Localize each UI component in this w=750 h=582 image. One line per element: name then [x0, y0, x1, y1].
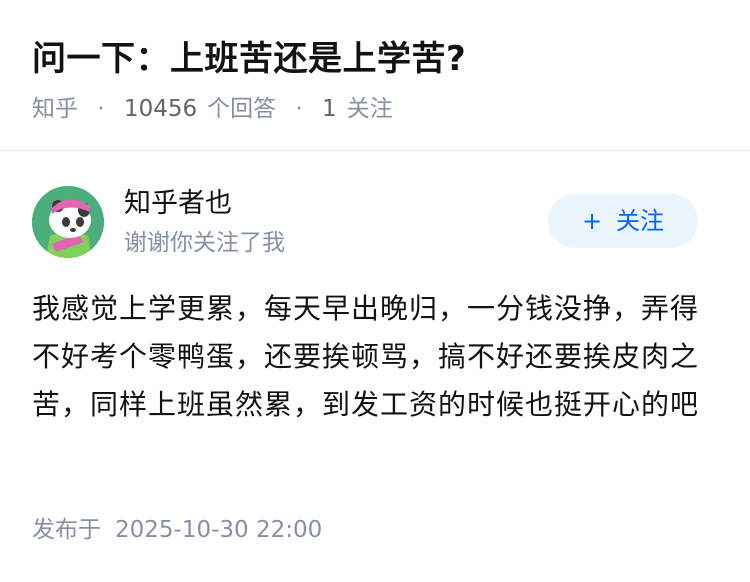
follow-button-label: 关注	[616, 207, 665, 235]
question-header: 问一下：上班苦还是上学苦? 知乎 · 10456 个回答 · 1 关注	[0, 0, 750, 151]
follow-count: 1	[322, 96, 337, 122]
avatar[interactable]	[32, 186, 104, 258]
answer-content[interactable]: 我感觉上学更累，每天早出晚归，一分钱没挣，弄得不好考个零鸭蛋，还要挨顿骂，搞不好…	[32, 285, 712, 429]
meta-separator: ·	[97, 96, 105, 122]
follow-button[interactable]: + 关注	[548, 194, 698, 248]
answer-count-unit: 个回答	[207, 96, 277, 122]
question-title[interactable]: 问一下：上班苦还是上学苦?	[32, 36, 466, 82]
source-label[interactable]: 知乎	[32, 96, 78, 122]
publish-time: 发布于 2025-10-30 22:00	[32, 514, 322, 546]
publish-date: 2025-10-30 22:00	[115, 517, 323, 543]
meta-separator: ·	[295, 96, 303, 122]
publish-label: 发布于	[32, 517, 101, 543]
panda-mascot-avatar-icon	[32, 186, 104, 258]
answer-count: 10456	[123, 96, 198, 122]
plus-icon: +	[581, 207, 603, 235]
question-meta: 知乎 · 10456 个回答 · 1 关注	[32, 93, 393, 125]
author-bio: 谢谢你关注了我	[124, 230, 285, 256]
author-name[interactable]: 知乎者也	[124, 186, 232, 222]
follow-count-unit: 关注	[346, 96, 393, 122]
